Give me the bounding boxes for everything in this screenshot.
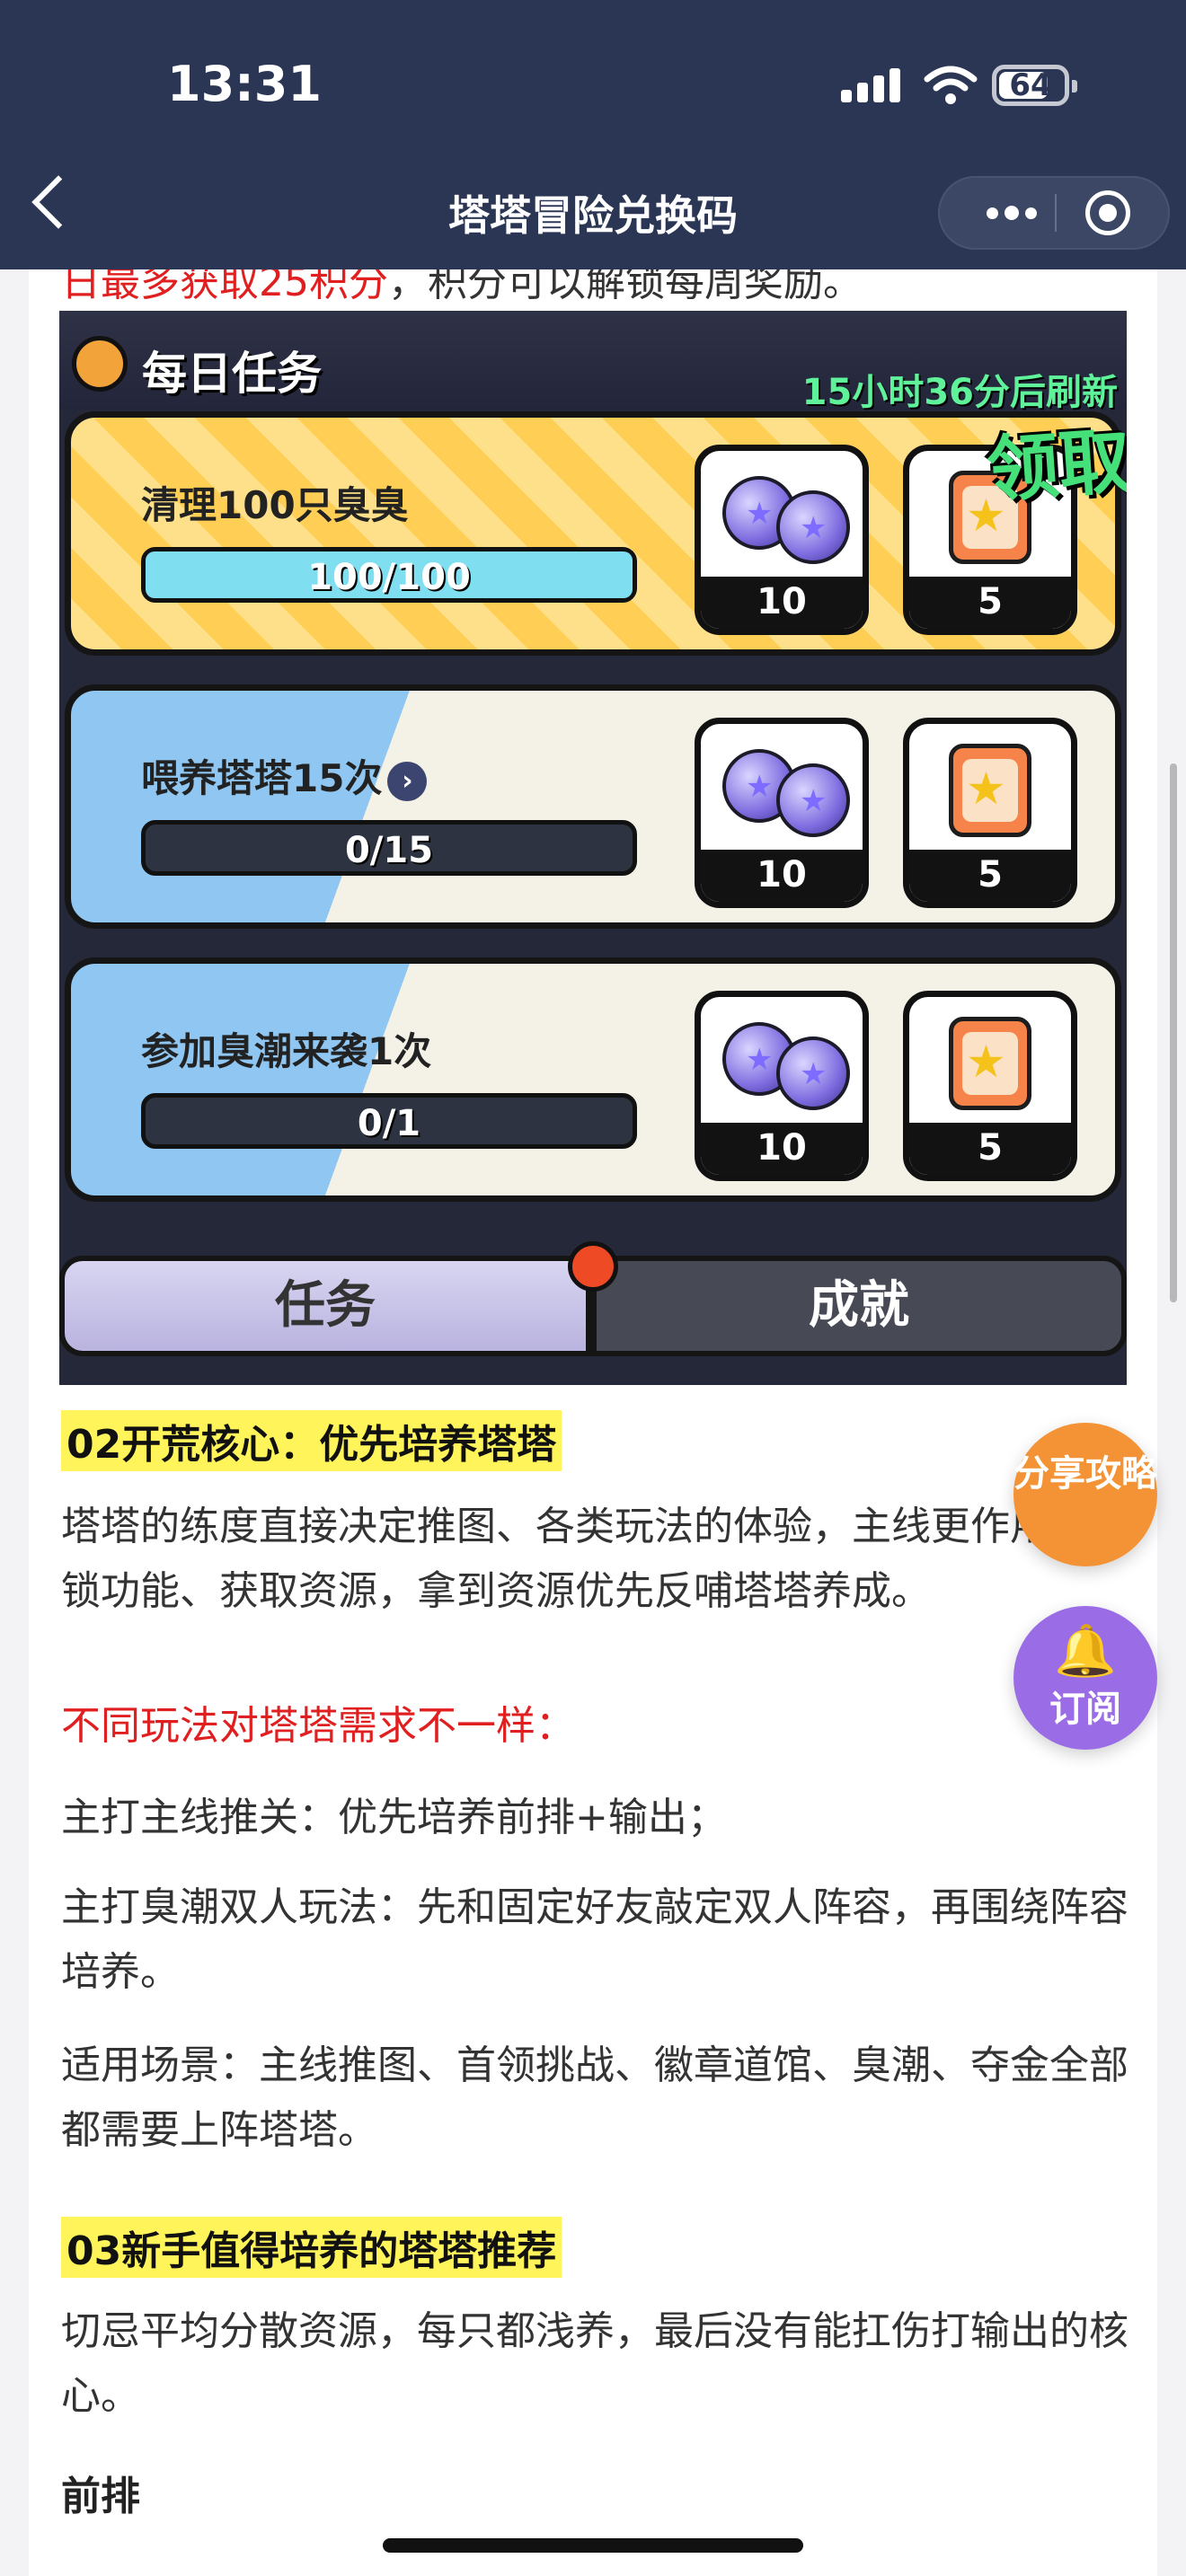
paragraph: 切忌平均分散资源，每只都浅养，最后没有能扛伤打输出的核心。 [61,2308,1128,2419]
status-time: 13:31 [167,56,322,112]
chevron-right-icon[interactable]: › [387,761,428,801]
wifi-icon [924,66,978,104]
close-miniprogram-icon[interactable] [1085,190,1130,235]
clipboard-star-icon: ★ [949,744,1031,837]
reward-coin: ★ ★ 10 [695,718,869,908]
paragraph: 适用场景：主线推图、首领挑战、徽章道馆、臭潮、夺金全部都需要上阵塔塔。 [61,2042,1128,2153]
star-coin-icon: ★ [776,490,850,564]
reward-coin: ★ ★ 10 [695,445,869,635]
paragraph-red: 不同玩法对塔塔需求不一样： [61,1703,575,1749]
home-indicator[interactable] [383,2538,803,2553]
progress-text: 100/100 [307,557,471,598]
subscribe-label: 订阅 [1049,1689,1121,1730]
tab-tasks: 任务 [59,1256,591,1356]
reward-count: 5 [909,577,1071,629]
top-bar: 13:31 64 塔塔冒险兑换码 [0,0,1186,269]
subscribe-button[interactable]: 🔔 订阅 [1013,1606,1157,1750]
cut-off-red-text: 日最多获取25积分 [61,269,388,305]
task-progress-bar: 0/1 [141,1093,637,1149]
progress-text: 0/1 [357,1103,421,1144]
paragraph: 塔塔的练度直接决定推图、各类玩法的体验，主线更作用是解锁功能、获取资源，拿到资源… [61,1504,1128,1614]
section-heading-03: 03新手值得培养的塔塔推荐 [61,2217,562,2278]
share-guide-button[interactable]: 分享攻略 [1013,1423,1157,1566]
reward-count: 10 [701,1123,863,1175]
more-options-icon[interactable] [967,178,1057,248]
reward-coin: ★ ★ 10 [695,991,869,1181]
reward-count: 10 [701,577,863,629]
progress-text: 0/15 [344,830,434,871]
star-coin-icon: ★ [776,763,850,837]
battery-icon: 64 [992,65,1077,106]
star-coin-icon: ★ [776,1037,850,1110]
cut-off-line: 日最多获取25积分，积分可以解锁每周奖励。 [61,269,863,307]
miniprogram-capsule [938,176,1170,250]
task-card: 参加臭潮来袭1次 0/1 ★ ★ 10 ★ 5 [65,957,1121,1202]
task-name: 喂养塔塔15次 › [141,748,428,803]
tab-achievements: 成就 [591,1256,1127,1356]
cellular-signal-icon [841,68,906,102]
task-progress-bar: 0/15 [141,820,637,876]
notification-dot [568,1241,618,1292]
reward-count: 5 [909,850,1071,902]
cut-off-text: ，积分可以解锁每周奖励。 [388,269,863,305]
reward-count: 5 [909,1123,1071,1175]
battery-level: 64 [1009,67,1052,103]
task-card: 清理100只臭臭 100/100 ★ ★ 10 ★ 5 [65,411,1121,656]
task-name: 参加臭潮来袭1次 [141,1029,432,1073]
reward-clipboard: ★ 5 [903,718,1077,908]
daily-task-icon [72,336,128,392]
scrollbar[interactable] [1170,763,1177,1302]
reward-clipboard: ★ 5 [903,991,1077,1181]
capsule-divider [1055,194,1057,232]
article-content: 日最多获取25积分，积分可以解锁每周奖励。 每日任务 15小时36分后刷新 清理… [29,269,1157,2576]
section-heading-02: 02开荒核心：优先培养塔塔 [61,1410,562,1471]
reward-count: 10 [701,850,863,902]
paragraph: 主打臭潮双人玩法：先和固定好友敲定双人阵容，再围绕阵容培养。 [61,1884,1128,1995]
clipboard-star-icon: ★ [949,1017,1031,1110]
task-name: 清理100只臭臭 [141,483,409,527]
bell-icon: 🔔 [1054,1622,1117,1681]
game-screenshot: 每日任务 15小时36分后刷新 清理100只臭臭 100/100 ★ ★ 10 … [59,311,1127,1385]
daily-task-title: 每日任务 [142,348,322,400]
paragraph: 主打主线推关：优先培养前排+输出； [61,1795,727,1840]
task-name-text: 喂养塔塔15次 [141,756,383,800]
subheading-front-row: 前排 [61,2474,140,2519]
task-progress-bar: 100/100 [141,547,637,603]
task-card: 喂养塔塔15次 › 0/15 ★ ★ 10 ★ 5 [65,684,1121,929]
daily-task-header: 每日任务 15小时36分后刷新 [59,311,1127,413]
